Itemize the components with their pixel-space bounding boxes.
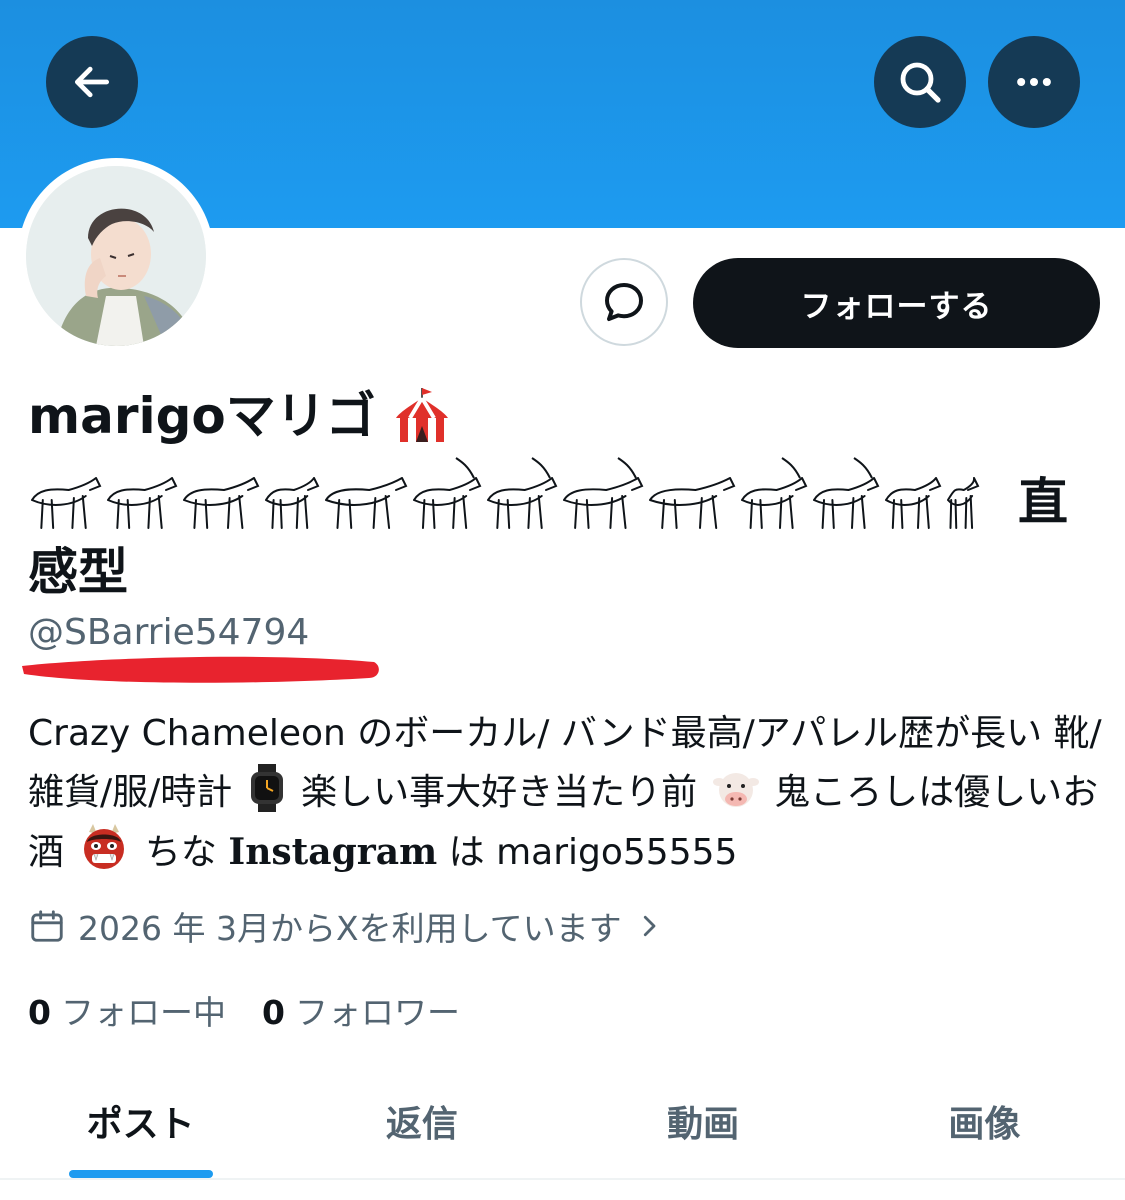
joined-text: 2026 年 3月からXを利用しています (78, 909, 622, 948)
profile-bio: Crazy Chameleon のボーカル/ バンド最高/アパレル歴が長い 靴/… (28, 704, 1108, 882)
deer-icon (813, 457, 880, 529)
more-horizontal-icon (1017, 77, 1051, 87)
message-icon (605, 283, 643, 321)
boar-icon (183, 477, 260, 529)
follow-counts: 0 フォロー中 0 フォロワー (28, 986, 460, 1034)
tab-posts-label: ポスト (86, 1104, 195, 1145)
display-name-tail: 直 (1018, 473, 1068, 531)
following-count: 0 (28, 993, 51, 1032)
rabbit-icon (325, 477, 408, 529)
tab-images[interactable]: 画像 (844, 1056, 1125, 1186)
followers-link[interactable]: 0 フォロワー (262, 986, 460, 1034)
bio-text-5: は marigo55555 (448, 832, 738, 873)
donkey-icon (741, 457, 808, 529)
chevron-right-icon (643, 915, 655, 937)
display-name: marigoマリゴ 直 感型 (28, 384, 1108, 602)
name-animal-glyphs: 直 (28, 454, 1108, 532)
cow-icon (712, 773, 759, 807)
joined-date[interactable]: 2026 年 3月からXを利用しています (28, 902, 664, 950)
arrow-left-icon (74, 66, 110, 98)
display-name-line3: 感型 (28, 543, 128, 601)
profile-tabs: ポスト 返信 動画 画像 (0, 1056, 1125, 1186)
tab-videos-label: 動画 (667, 1104, 740, 1145)
calendar-icon (31, 910, 63, 942)
avatar[interactable] (18, 158, 214, 354)
bio-text-2: 楽しい事大好き当たり前 (301, 772, 698, 813)
message-button[interactable] (580, 258, 668, 346)
red-underline-annotation (22, 656, 379, 683)
watch-icon (250, 764, 283, 812)
tabs-divider (0, 1178, 1125, 1180)
man-icon (885, 477, 942, 529)
hippo-icon (649, 477, 736, 529)
back-button[interactable] (46, 36, 138, 128)
lion-icon (31, 477, 102, 529)
horse-icon (947, 477, 980, 529)
animal-glyph-strip (31, 457, 980, 529)
follow-button[interactable]: フォローする (693, 258, 1100, 348)
ibex-icon (487, 457, 558, 529)
tab-replies-label: 返信 (385, 1104, 458, 1145)
tab-posts[interactable]: ポスト (0, 1056, 281, 1186)
avatar-illustration (26, 166, 206, 346)
tab-replies[interactable]: 返信 (281, 1056, 562, 1186)
bio-text-4: ちな (144, 832, 217, 873)
following-label: フォロー中 (60, 993, 226, 1032)
oryx-icon (563, 457, 644, 529)
search-icon (900, 62, 941, 103)
oni-icon (84, 824, 125, 869)
followers-label: フォロワー (294, 993, 460, 1032)
bio-instagram-word: Instagram (228, 831, 438, 873)
tab-videos[interactable]: 動画 (563, 1056, 844, 1186)
cat-icon (265, 477, 320, 529)
active-tab-indicator (68, 1170, 213, 1178)
ox-icon (107, 477, 178, 529)
more-button[interactable] (988, 36, 1080, 128)
tab-images-label: 画像 (948, 1104, 1021, 1145)
search-button[interactable] (874, 36, 966, 128)
following-link[interactable]: 0 フォロー中 (28, 986, 226, 1034)
display-name-text: marigoマリゴ (28, 387, 376, 445)
circus-tent-icon (395, 388, 448, 442)
followers-count: 0 (261, 993, 285, 1032)
gazelle-icon (413, 457, 482, 529)
